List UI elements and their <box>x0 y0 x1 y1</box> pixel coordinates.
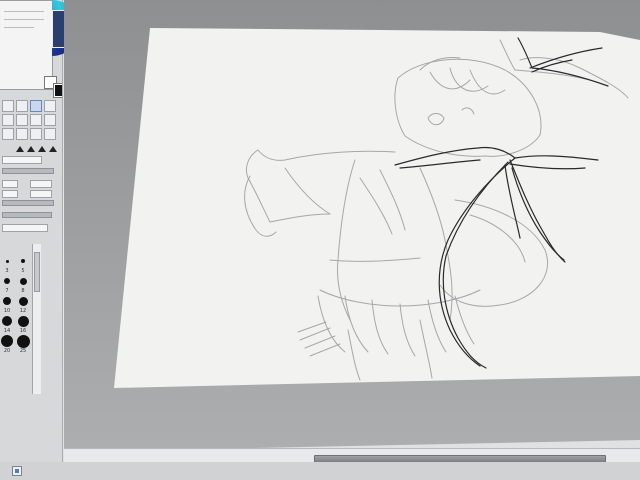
canvas-paper[interactable] <box>114 28 640 388</box>
drawing-canvas[interactable] <box>0 0 640 480</box>
window-icon[interactable] <box>12 466 22 476</box>
status-bar <box>0 462 640 480</box>
